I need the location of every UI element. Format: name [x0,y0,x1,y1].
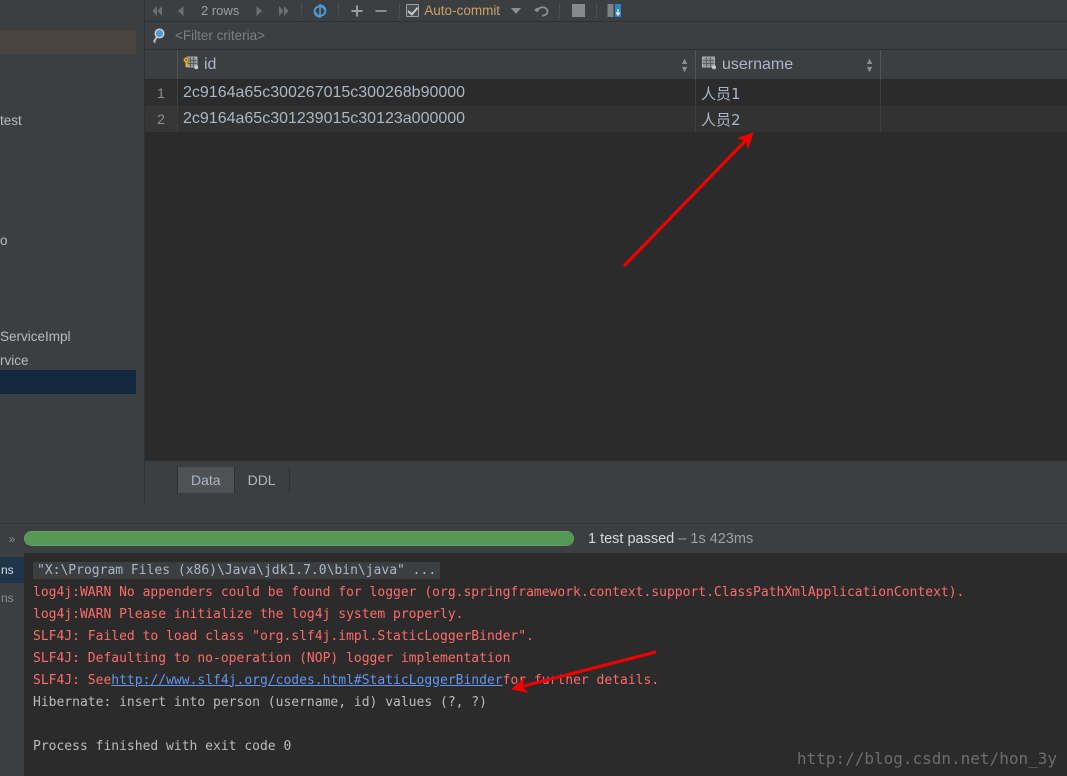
tree-scrollbar[interactable] [136,0,144,505]
row-number: 1 [145,80,178,106]
console-line-warning: log4j:WARN Please initialize the log4j s… [33,606,464,622]
test-progress-bar [24,531,574,546]
tree-row-label: o [0,232,8,248]
cell-id[interactable]: 2c9164a65c301239015c30123a000000 [178,106,696,132]
table-row[interactable]: 2 2c9164a65c301239015c30123a000000 人员2 [145,106,1067,132]
grid-header-row: id ▲ ▼ username ▲ ▼ [145,50,1067,80]
tab-label: Data [191,472,221,488]
panel-filler [145,493,1067,505]
transpose-icon[interactable] [603,0,627,22]
cell-username[interactable]: 人员1 [696,80,881,106]
test-status-text: 1 test passed – 1s 423ms [588,531,753,547]
column-header-label: username [722,56,794,73]
tree-row-hover[interactable] [0,30,145,54]
app-window: test o ServiceImpl rvice 2 rows Auto-com… [0,0,1067,776]
sort-icon[interactable]: ▲ ▼ [865,57,874,74]
column-header-id[interactable]: id ▲ ▼ [178,50,696,80]
tree-row-label: rvice [0,352,29,368]
tree-row-label: ServiceImpl [0,328,71,344]
test-runner-status-bar: » 1 test passed – 1s 423ms [0,523,1067,553]
row-count-label: 2 rows [201,3,240,18]
last-page-icon[interactable] [271,0,295,22]
auto-commit-label: Auto-commit [424,3,501,18]
tool-tab-label: ns [1,563,14,577]
project-tree-panel[interactable]: test o ServiceImpl rvice [0,0,145,505]
tool-window-tab-strip: ns ns [0,553,24,776]
tab-ddl[interactable]: DDL [233,467,290,493]
row-number: 2 [145,106,178,132]
primary-key-icon [183,55,199,76]
add-row-button[interactable] [345,0,369,22]
chevron-down-icon[interactable] [511,7,522,14]
column-header-label: id [204,56,217,73]
watermark: http://blog.csdn.net/hon_3y [796,749,1057,768]
cell-id[interactable]: 2c9164a65c300267015c300268b90000 [178,80,696,106]
console-line-warning: SLF4J: Failed to load class "org.slf4j.i… [33,628,534,644]
console-output[interactable]: "X:\Program Files (x86)\Java\jdk1.7.0\bi… [24,553,1067,776]
tree-row-selected[interactable] [0,370,145,394]
tree-row-label: test [0,112,22,128]
console-line-command: "X:\Program Files (x86)\Java\jdk1.7.0\bi… [24,559,1067,581]
prev-page-icon[interactable] [169,0,193,22]
cell-username[interactable]: 人员2 [696,106,881,132]
search-icon[interactable] [145,27,175,44]
tree-row-rvice[interactable]: rvice [0,348,145,372]
double-chevron-right-icon[interactable]: » [0,532,24,546]
slf4j-doc-link[interactable]: http://www.slf4j.org/codes.html#StaticLo… [111,673,502,688]
tree-row-test[interactable]: test [0,108,145,132]
database-view-tabs: Data DDL [145,461,1067,493]
test-duration: 1s 423ms [690,530,754,547]
tool-tab-inactive[interactable]: ns [0,585,24,611]
tool-tab-active[interactable]: ns [0,557,24,583]
toolbar-separator [559,3,561,18]
reload-icon[interactable] [308,0,332,22]
tree-row-serviceimpl[interactable]: ServiceImpl [0,324,145,348]
filter-bar[interactable]: <Filter criteria> [145,22,1067,50]
console-link-prefix: SLF4J: See [33,672,112,688]
console-line-hibernate: Hibernate: insert into person (username,… [33,694,487,710]
tree-row-o[interactable]: o [0,228,145,252]
toolbar-separator [596,3,598,18]
tool-tab-label: ns [1,591,14,605]
first-page-icon[interactable] [145,0,169,22]
console-link-suffix: for further details. [502,672,660,688]
column-header-username[interactable]: username ▲ ▼ [696,50,881,80]
database-toolbar: 2 rows Auto-commit [145,0,1067,22]
test-progress-fill [25,532,573,545]
panel-separator-band [0,505,1067,523]
toolbar-separator [301,3,303,18]
next-page-icon[interactable] [247,0,271,22]
tab-label: DDL [247,472,276,488]
test-passed-label: 1 test passed [588,530,675,547]
sort-icon[interactable]: ▲ ▼ [680,57,689,74]
database-console-panel: 2 rows Auto-commit <Filter criteria> id … [145,0,1067,505]
auto-commit-checkbox[interactable] [406,4,420,17]
console-command-text: "X:\Program Files (x86)\Java\jdk1.7.0\bi… [33,561,441,579]
grid-corner-cell [145,50,178,79]
console-line-warning: log4j:WARN No appenders could be found f… [33,584,965,600]
column-icon [701,55,717,76]
result-grid[interactable]: id ▲ ▼ username ▲ ▼ 1 2c9164a65c30026701… [145,50,1067,461]
auto-commit-toggle[interactable]: Auto-commit [406,3,522,18]
delete-row-button[interactable] [369,0,393,22]
tab-data[interactable]: Data [177,467,235,493]
console-line-warning: SLF4J: Defaulting to no-operation (NOP) … [33,650,511,666]
table-row[interactable]: 1 2c9164a65c300267015c300268b90000 人员1 [145,80,1067,106]
console-line-link: SLF4J: See http://www.slf4j.org/codes.ht… [24,669,1067,691]
commit-icon[interactable] [566,0,590,22]
rollback-icon[interactable] [529,0,553,22]
toolbar-separator [338,3,340,18]
test-separator: – [674,530,691,547]
toolbar-separator [399,3,401,18]
filter-input[interactable]: <Filter criteria> [175,28,265,43]
